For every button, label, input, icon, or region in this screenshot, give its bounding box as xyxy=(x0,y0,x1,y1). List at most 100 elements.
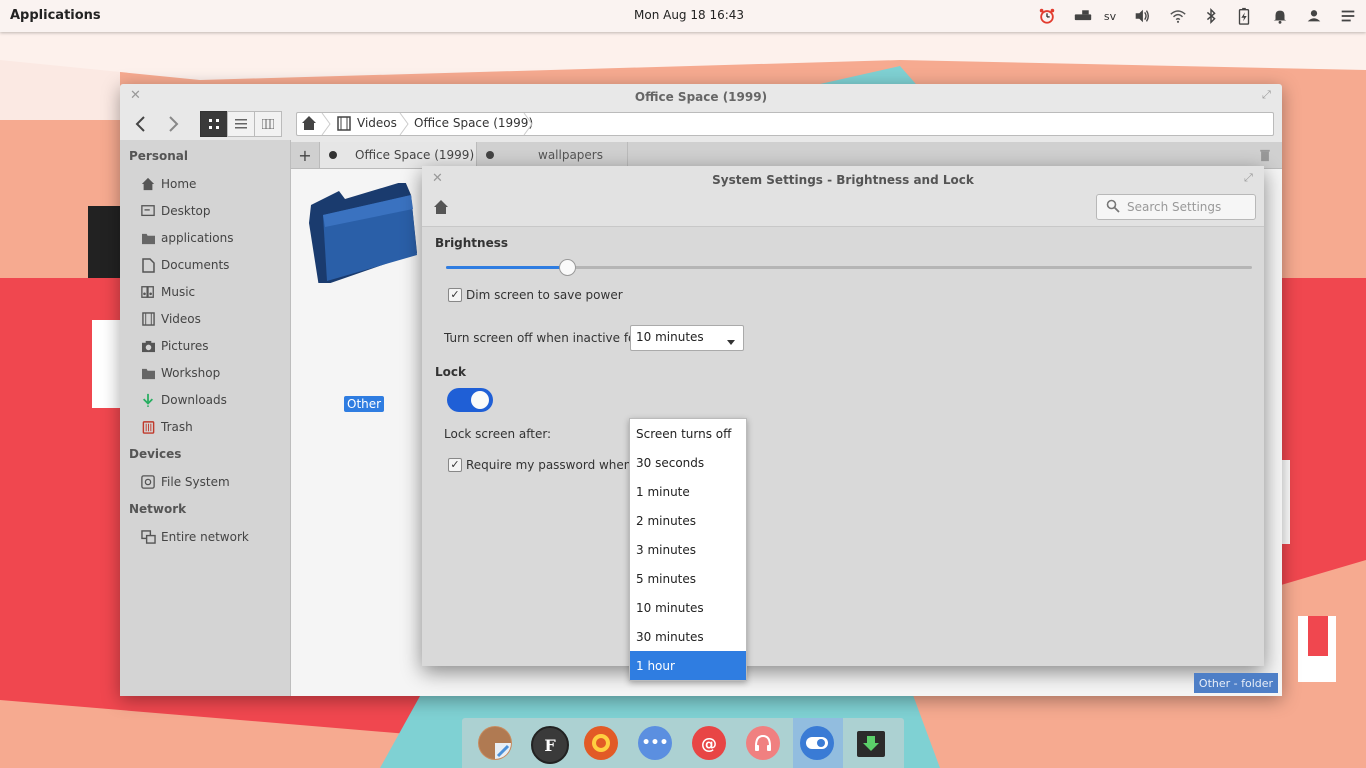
grid-icon xyxy=(209,119,219,129)
wifi-icon[interactable] xyxy=(1168,6,1188,26)
chat-icon[interactable]: ••• xyxy=(638,726,672,760)
require-password-checkbox[interactable]: ✓ xyxy=(448,458,462,472)
installer-icon[interactable] xyxy=(854,726,888,760)
sidebar-heading-network: Network xyxy=(129,502,187,516)
maximize-icon[interactable]: ⤢ xyxy=(1262,88,1271,102)
screen-off-value: 10 minutes xyxy=(636,330,704,344)
dim-screen-label: Dim screen to save power xyxy=(466,288,623,302)
sidebar-item-desktop[interactable]: Desktop xyxy=(140,201,211,221)
keyboard-layout-indicator[interactable]: sv xyxy=(1100,6,1120,26)
menu-item[interactable]: 30 seconds xyxy=(630,448,746,477)
sidebar-heading-devices: Devices xyxy=(129,447,182,461)
screen-off-dropdown[interactable]: 10 minutes xyxy=(630,325,744,351)
menu-item[interactable]: 2 minutes xyxy=(630,506,746,535)
sidebar-item-music[interactable]: Music xyxy=(140,282,195,302)
battery-icon[interactable] xyxy=(1234,6,1254,26)
breadcrumb-separator xyxy=(321,113,331,135)
sidebar-item-trash[interactable]: Trash xyxy=(140,417,193,437)
sidebar-heading-personal: Personal xyxy=(129,149,188,163)
alarm-clock-icon[interactable] xyxy=(1037,6,1057,26)
search-field[interactable]: Search Settings xyxy=(1096,194,1256,220)
new-tab-button[interactable]: + xyxy=(291,142,320,168)
sidebar-item-label: File System xyxy=(161,475,230,489)
brightness-slider-fill xyxy=(446,266,567,269)
file-manager-titlebar: ✕ Office Space (1999) ⤢ xyxy=(120,84,1282,110)
sidebar-item-entire-network[interactable]: Entire network xyxy=(140,527,249,547)
lock-after-label: Lock screen after: xyxy=(444,427,552,441)
home-icon[interactable] xyxy=(433,199,449,218)
sidebar-item-label: Pictures xyxy=(161,339,209,353)
tab-label: Office Space (1999) xyxy=(355,148,475,162)
dock: F ••• @ xyxy=(462,718,904,768)
settings-title: System Settings - Brightness and Lock xyxy=(712,173,974,187)
sidebar-item-documents[interactable]: Documents xyxy=(140,255,229,275)
menu-item[interactable]: 3 minutes xyxy=(630,535,746,564)
lock-heading: Lock xyxy=(435,365,466,379)
breadcrumb-separator xyxy=(523,113,533,135)
menu-item-selected[interactable]: 1 hour xyxy=(630,651,746,680)
settings-window: ✕ System Settings - Brightness and Lock … xyxy=(422,166,1264,666)
folder-item-other[interactable] xyxy=(305,181,419,293)
notifications-icon[interactable] xyxy=(1270,6,1290,26)
column-view-button[interactable] xyxy=(254,111,282,137)
sidebar-item-label: Trash xyxy=(161,420,193,434)
music-icon[interactable] xyxy=(746,726,780,760)
panel-clock[interactable]: Mon Aug 18 16:43 xyxy=(634,8,744,22)
trash-icon xyxy=(140,419,156,435)
applications-menu[interactable]: Applications xyxy=(10,8,101,23)
keyboard-icon[interactable] xyxy=(1072,6,1094,26)
shotwell-icon[interactable] xyxy=(478,726,512,760)
breadcrumb-videos[interactable]: Videos xyxy=(357,116,397,130)
maximize-icon[interactable]: ⤢ xyxy=(1244,171,1253,185)
sidebar-item-label: Documents xyxy=(161,258,230,272)
brightness-slider-handle[interactable] xyxy=(559,259,576,276)
sidebar-item-workshop[interactable]: Workshop xyxy=(140,363,220,383)
download-icon xyxy=(140,392,156,408)
chevron-down-icon xyxy=(727,335,735,349)
sidebar-item-label: Home xyxy=(161,177,197,191)
lock-toggle[interactable] xyxy=(447,388,493,412)
path-bar[interactable]: Videos Office Space (1999) xyxy=(296,112,1274,136)
sidebar-item-applications[interactable]: applications xyxy=(140,228,233,248)
menu-icon[interactable] xyxy=(1338,6,1358,26)
menu-item[interactable]: 30 minutes xyxy=(630,622,746,651)
tab-wallpapers[interactable]: wallpapers xyxy=(477,142,628,168)
user-icon[interactable] xyxy=(1304,6,1324,26)
sidebar-item-videos[interactable]: Videos xyxy=(140,309,201,329)
settings-icon[interactable] xyxy=(800,726,834,760)
firefox-icon[interactable] xyxy=(584,726,618,760)
files-icon[interactable]: F xyxy=(531,726,569,764)
file-manager-toolbar: Videos Office Space (1999) xyxy=(120,110,1282,140)
mail-icon[interactable]: @ xyxy=(692,726,726,760)
sidebar-item-pictures[interactable]: Pictures xyxy=(140,336,209,356)
brightness-slider[interactable] xyxy=(446,259,1252,276)
bluetooth-icon[interactable] xyxy=(1201,6,1221,26)
sidebar-item-downloads[interactable]: Downloads xyxy=(140,390,227,410)
settings-body: Brightness ✓ Dim screen to save power Tu… xyxy=(422,227,1264,666)
trash-icon[interactable] xyxy=(1255,142,1275,168)
icon-view-button[interactable] xyxy=(200,111,228,137)
sidebar-item-home[interactable]: Home xyxy=(140,174,196,194)
close-tab-icon[interactable] xyxy=(486,151,494,159)
list-view-button[interactable] xyxy=(227,111,255,137)
document-icon xyxy=(140,257,156,273)
menu-item[interactable]: 1 minute xyxy=(630,477,746,506)
breadcrumb-separator xyxy=(399,113,409,135)
home-icon[interactable] xyxy=(301,115,317,134)
menu-item[interactable]: Screen turns off xyxy=(630,419,746,448)
back-button[interactable] xyxy=(128,112,152,136)
sidebar: Personal Home Desktop applications Docum… xyxy=(120,140,291,696)
volume-icon[interactable] xyxy=(1132,6,1152,26)
forward-button[interactable] xyxy=(162,112,186,136)
menu-item[interactable]: 10 minutes xyxy=(630,593,746,622)
dim-screen-checkbox[interactable]: ✓ xyxy=(448,288,462,302)
sidebar-item-file-system[interactable]: File System xyxy=(140,472,230,492)
folder-icon xyxy=(309,181,417,287)
search-placeholder: Search Settings xyxy=(1127,200,1222,214)
folder-label[interactable]: Other xyxy=(344,396,385,412)
close-tab-icon[interactable] xyxy=(329,151,337,159)
film-icon xyxy=(140,311,156,327)
breadcrumb-office-space[interactable]: Office Space (1999) xyxy=(414,116,533,130)
tab-office-space[interactable]: Office Space (1999) xyxy=(320,142,477,168)
menu-item[interactable]: 5 minutes xyxy=(630,564,746,593)
